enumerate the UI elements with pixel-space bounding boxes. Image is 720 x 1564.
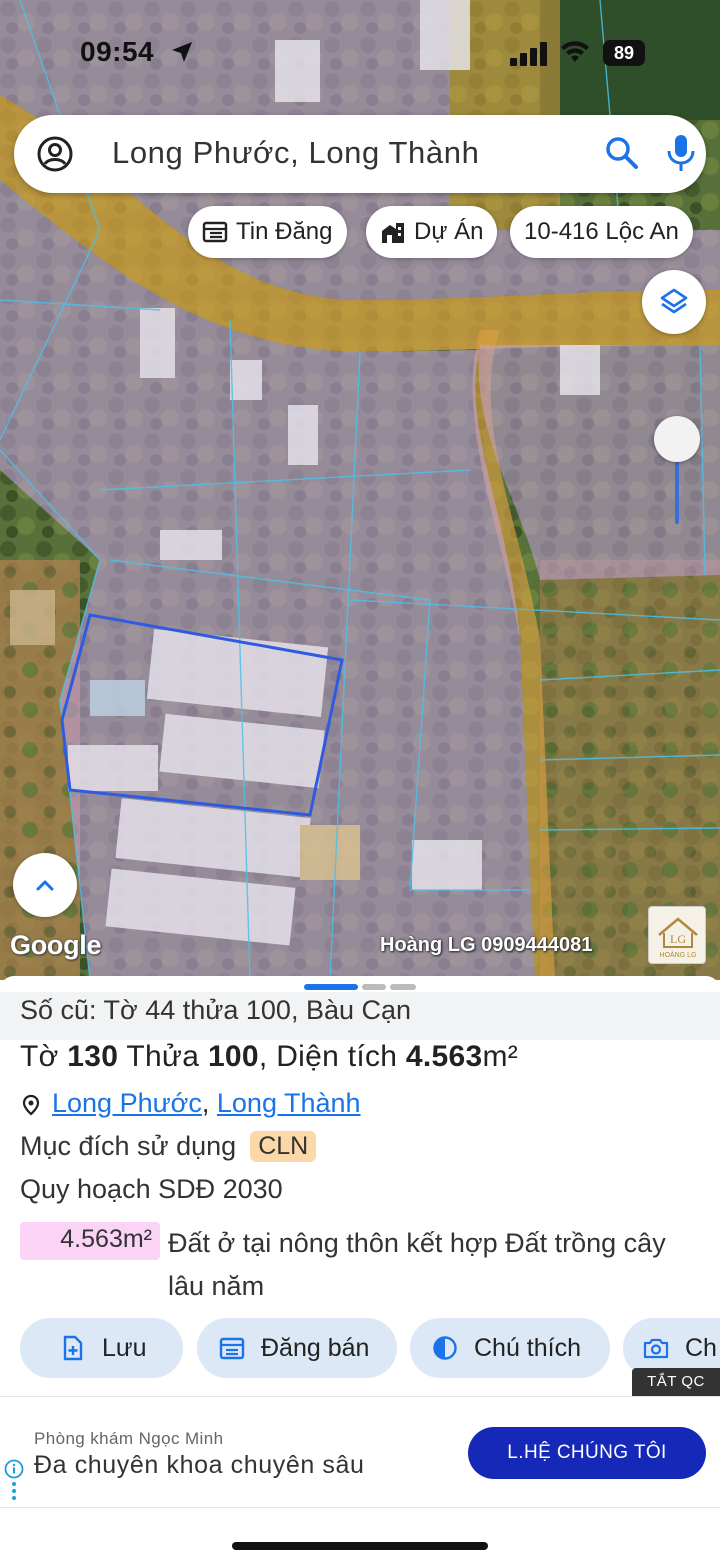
wifi-icon (561, 41, 589, 62)
area-label: Diện tích (276, 1040, 398, 1073)
location-pin-icon (22, 1094, 40, 1115)
legend-button[interactable]: Chú thích (410, 1318, 610, 1378)
expand-sheet-button[interactable] (13, 853, 77, 917)
ward-link[interactable]: Long Phước (52, 1088, 202, 1119)
plan-area-badge: 4.563m² (20, 1222, 160, 1260)
district-link[interactable]: Long Thành (217, 1088, 361, 1119)
info-icon[interactable] (4, 1459, 24, 1479)
svg-text:LG: LG (670, 932, 686, 946)
listing-icon (202, 221, 228, 243)
sheet-number: 130 (67, 1040, 119, 1073)
agency-logo: LG HOÀNG LG (648, 906, 706, 964)
location-arrow-icon (172, 42, 192, 62)
google-attribution: Google (10, 930, 102, 960)
account-icon[interactable] (36, 135, 74, 173)
ad-headline[interactable]: Đa chuyên khoa chuyên sâu (34, 1451, 365, 1480)
more-options-icon[interactable] (10, 1481, 18, 1501)
opacity-slider-handle[interactable] (654, 416, 700, 462)
chip-label: Dự Án (414, 218, 484, 245)
layers-icon (660, 288, 688, 314)
sheet-label: Tờ (20, 1040, 59, 1073)
svg-text:HOÀNG LG: HOÀNG LG (660, 950, 697, 959)
chip-label: Tin Đăng (236, 218, 333, 245)
layers-button[interactable] (642, 270, 706, 334)
ad-contact-button[interactable]: L.HỆ CHÚNG TÔI (468, 1427, 706, 1479)
hide-ads-button[interactable]: TẮT QC (632, 1368, 720, 1396)
status-time: 09:54 (80, 36, 155, 67)
parcel-info-sheet[interactable]: Số cũ: Tờ 44 thửa 100, Bàu Cạn Tờ 130 Th… (0, 976, 720, 1396)
parcel-number: 100 (207, 1040, 259, 1073)
camera-plus-icon (643, 1338, 669, 1359)
area-unit: m² (482, 1040, 519, 1073)
parcel-title: Tờ 130 Thửa 100, Diện tích 4.563m² (20, 1040, 519, 1073)
parcel-address: Long Phước , Long Thành (20, 1088, 361, 1119)
purpose-label: Mục đích sử dụng (20, 1131, 237, 1161)
add-file-icon (63, 1335, 83, 1361)
chip-label: 10-416 Lộc An (524, 218, 679, 245)
ad-sponsor: Phòng khám Ngọc Minh (34, 1429, 224, 1448)
search-icon[interactable] (604, 135, 640, 171)
area-value: 4.563 (405, 1040, 483, 1073)
battery-indicator: 89 (603, 40, 645, 66)
building-icon (382, 223, 404, 243)
parcel-label: Thửa (126, 1040, 200, 1073)
post-button-label: Đăng bán (261, 1333, 370, 1362)
search-bar[interactable]: Long Phước, Long Thành (14, 115, 706, 193)
capture-button-label: Ch (685, 1333, 717, 1362)
contrast-icon (433, 1336, 457, 1360)
land-use-purpose: Mục đích sử dụng CLN (20, 1131, 317, 1162)
address-separator: , (201, 1088, 217, 1118)
map-watermark: Hoàng LG 0909444081 (380, 934, 593, 956)
chevron-up-icon (36, 880, 54, 891)
cellular-signal-icon (510, 42, 547, 66)
legend-button-label: Chú thích (474, 1333, 582, 1362)
purpose-code-badge: CLN (250, 1131, 317, 1162)
sheet-page-indicator-active[interactable] (304, 984, 358, 990)
map-view[interactable]: 09:54 89 Long Phước, Long Thành Tin Đăng… (0, 0, 720, 980)
house-logo-icon: LG HOÀNG LG (658, 917, 698, 959)
status-bar: 09:54 89 (0, 0, 720, 100)
plan-description: Đất ở tại nông thôn kết hợp Đất trồng câ… (168, 1228, 666, 1301)
chip-projects[interactable]: Dự Án (366, 206, 498, 258)
ad-banner[interactable]: Phòng khám Ngọc Minh Đa chuyên khoa chuy… (0, 1396, 720, 1508)
save-button[interactable]: Lưu (20, 1318, 183, 1378)
chip-listings[interactable]: Tin Đăng (188, 206, 347, 258)
chip-location-code[interactable]: 10-416 Lộc An (510, 206, 693, 258)
sheet-page-indicator[interactable] (362, 984, 386, 990)
post-for-sale-button[interactable]: Đăng bán (197, 1318, 397, 1378)
home-indicator[interactable] (232, 1542, 488, 1550)
save-button-label: Lưu (102, 1333, 147, 1362)
plan-label: Quy hoạch SDĐ 2030 (20, 1174, 283, 1204)
search-query[interactable]: Long Phước, Long Thành (112, 135, 479, 171)
microphone-icon[interactable] (666, 133, 696, 173)
calendar-list-icon (219, 1337, 245, 1360)
old-parcel-info: Số cũ: Tờ 44 thửa 100, Bàu Cạn (0, 992, 720, 1040)
sheet-page-indicator[interactable] (390, 984, 416, 990)
